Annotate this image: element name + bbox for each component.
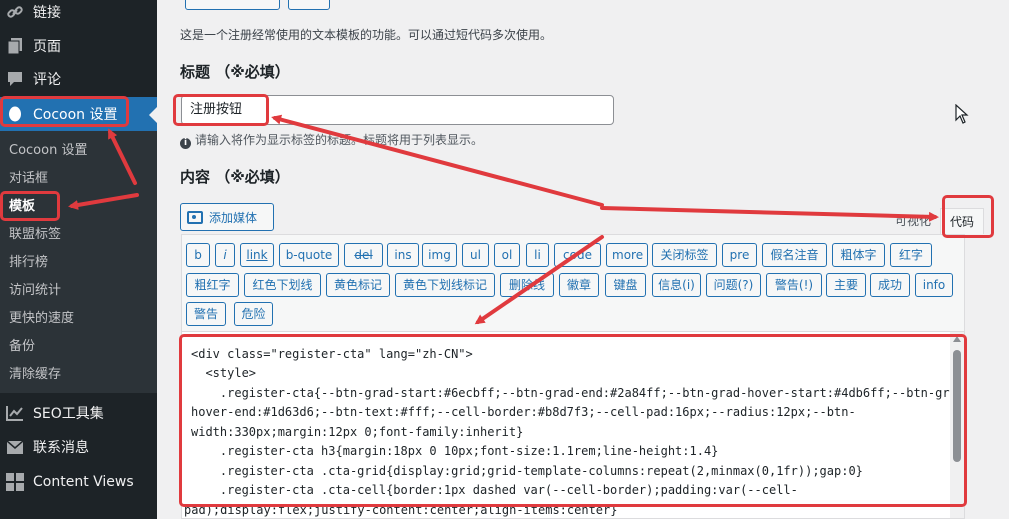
qt-warning-excl[interactable]: 警告(!) [766,273,822,297]
qt-more[interactable]: more [606,243,648,267]
annotation-box-title-input [173,94,269,126]
annotation-box-cocoon [0,96,129,127]
comments-icon [6,70,24,88]
tab-visual[interactable]: 可视化 [886,208,940,234]
qt-keyboard[interactable]: 键盘 [605,273,646,297]
qt-bold-red[interactable]: 粗红字 [186,273,239,297]
top-action-buttons [185,0,330,10]
qt-bold[interactable]: b [186,243,210,267]
qt-info[interactable]: info [915,273,953,297]
media-icon [187,210,203,224]
submenu-ranking[interactable]: 排行榜 [9,253,48,273]
submenu-access-stats[interactable]: 访问统计 [9,281,61,301]
title-label: 标题 （※必填） [180,63,290,81]
add-media-button[interactable]: 添加媒体 [180,203,274,231]
qt-del[interactable]: del [344,243,383,267]
mouse-cursor-icon [955,104,969,124]
qt-strikethrough[interactable]: 删除线 [500,273,554,297]
menu-pages[interactable]: 页面 [0,29,157,63]
annotation-box-templates [0,191,60,221]
qt-danger[interactable]: 危险 [234,302,273,326]
top-button-right[interactable] [288,0,330,10]
qt-ol[interactable]: ol [494,243,520,267]
content-label: 内容 （※必填） [180,168,290,186]
menu-contact-label: 联系消息 [33,440,89,456]
qt-img[interactable]: img [422,243,457,267]
submenu-cocoon-settings[interactable]: Cocoon 设置 [9,141,87,161]
submenu-clear-cache[interactable]: 清除缓存 [9,365,61,385]
top-button-left[interactable] [185,0,280,10]
qt-ul[interactable]: ul [462,243,489,267]
qt-pre[interactable]: pre [722,243,757,267]
title-hint-text: 请输入将作为显示标签的标题。标题将用于列表显示。 [195,133,484,147]
menu-contact-messages[interactable]: 联系消息 [0,430,157,464]
qt-red-text[interactable]: 红字 [890,243,932,267]
info-icon: i [180,138,191,149]
qt-ins[interactable]: ins [387,243,419,267]
menu-comments-label: 评论 [33,72,61,88]
annotation-box-code-tab [942,195,994,238]
qt-warning[interactable]: 警告 [186,302,226,326]
qt-close-tags[interactable]: 关闭标签 [652,243,717,267]
annotation-box-code-editor [179,334,967,507]
qt-code[interactable]: code [554,243,601,267]
qt-yellow-marker[interactable]: 黄色标记 [326,273,390,297]
menu-links[interactable]: 链接 [0,0,157,29]
seo-chart-icon [6,404,24,422]
qt-bold-text[interactable]: 粗体字 [832,243,885,267]
qt-primary[interactable]: 主要 [826,273,866,297]
qt-badge[interactable]: 徽章 [559,273,599,297]
qt-link[interactable]: link [240,243,274,267]
qt-italic[interactable]: i [215,243,235,267]
menu-content-views[interactable]: Content Views [0,465,157,499]
link-icon [6,3,24,21]
quicktags-toolbar: b i link b-quote del ins img ul ol li co… [181,234,965,332]
pages-icon [6,37,24,55]
submenu-backup[interactable]: 备份 [9,337,35,357]
submenu-speed[interactable]: 更快的速度 [9,309,74,329]
qt-red-underline[interactable]: 红色下划线 [244,273,321,297]
submenu-dialog[interactable]: 对话框 [9,169,48,189]
qt-bquote[interactable]: b-quote [279,243,339,267]
qt-li[interactable]: li [526,243,549,267]
menu-links-label: 链接 [33,5,61,21]
qt-success[interactable]: 成功 [870,273,910,297]
menu-seo-label: SEO工具集 [33,406,104,422]
menu-comments[interactable]: 评论 [0,62,157,96]
admin-sidebar: 链接 页面 评论 Cocoon 设置 Cocoon 设置 对话框 模板 联盟标签… [0,0,157,519]
page-description: 这是一个注册经常使用的文本模板的功能。可以通过短代码多次使用。 [180,28,553,42]
cocoon-submenu: Cocoon 设置 对话框 模板 联盟标签 排行榜 访问统计 更快的速度 备份 … [0,131,157,393]
menu-content-views-label: Content Views [33,474,134,490]
mail-icon [6,438,24,456]
title-hint: i 请输入将作为显示标签的标题。标题将用于列表显示。 [180,131,483,149]
submenu-affiliate-tags[interactable]: 联盟标签 [9,225,61,245]
grid-icon [6,473,24,491]
qt-question[interactable]: 问题(?) [706,273,761,297]
qt-yellow-underline-marker[interactable]: 黄色下划线标记 [395,273,495,297]
qt-ruby[interactable]: 假名注音 [762,243,827,267]
menu-pages-label: 页面 [33,39,61,55]
qt-info-i[interactable]: 信息(i) [652,273,701,297]
current-menu-arrow [149,107,157,123]
add-media-label: 添加媒体 [209,210,258,225]
menu-seo-tools[interactable]: SEO工具集 [0,396,157,430]
